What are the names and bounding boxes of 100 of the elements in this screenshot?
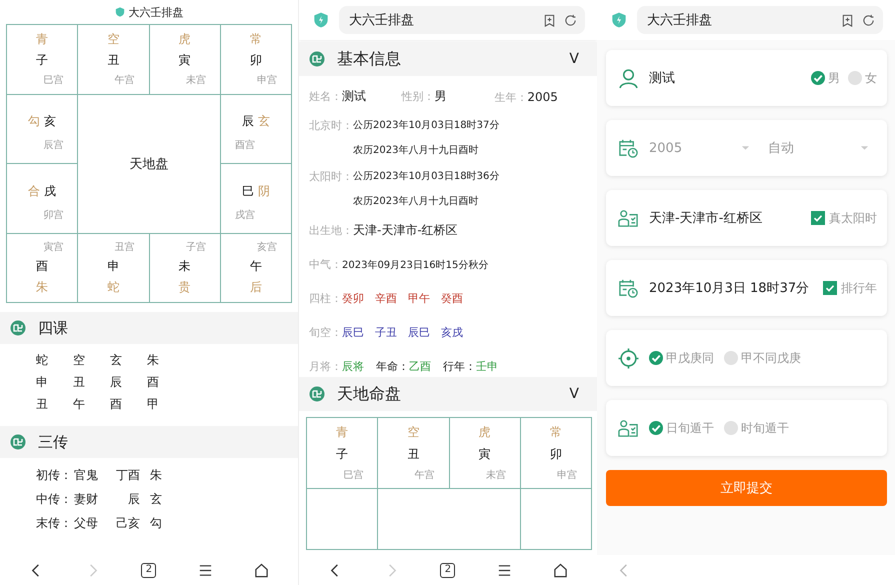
palace-label: 未宫 bbox=[186, 74, 206, 88]
lesson-char: 玄 bbox=[110, 352, 123, 369]
branch-label: 子 bbox=[36, 52, 48, 70]
tabs-button[interactable]: 2 bbox=[141, 562, 156, 578]
branch-label: 辰 bbox=[242, 113, 254, 130]
refresh-icon[interactable] bbox=[862, 14, 875, 26]
palace-label: 戌宫 bbox=[234, 208, 255, 222]
page-title: 大六壬排盘 bbox=[128, 4, 184, 20]
palace-label: 寅宫 bbox=[43, 240, 64, 254]
person-icon bbox=[618, 68, 639, 88]
lesson-char: 辰 bbox=[110, 374, 123, 391]
board-center-label: 天地盘 bbox=[130, 156, 168, 172]
field-value: 2023年09月23日16时15分秋分 bbox=[342, 258, 488, 272]
home-icon[interactable] bbox=[553, 562, 568, 578]
date-text: 农历2023年八月十九日酉时 bbox=[353, 194, 480, 209]
god-label: 勾 bbox=[28, 113, 40, 130]
branch-label: 寅 bbox=[178, 52, 191, 70]
field-label: 性别： bbox=[402, 90, 435, 103]
relation-text: 妻财 bbox=[74, 491, 99, 508]
field-value: 壬申 bbox=[476, 359, 498, 374]
radio-button[interactable] bbox=[848, 71, 862, 85]
palace-label: 午宫 bbox=[114, 74, 134, 88]
palace-label: 亥宫 bbox=[257, 240, 277, 254]
checkbox-label: 排行年 bbox=[841, 280, 877, 296]
relation-text: 官鬼 bbox=[74, 467, 99, 484]
collapse-toggle[interactable]: V bbox=[569, 386, 579, 402]
option-label: 男 bbox=[828, 70, 840, 86]
caret-icon bbox=[860, 145, 869, 151]
lesson-char: 甲 bbox=[147, 396, 160, 413]
ganzhi-text: 亥戌 bbox=[441, 325, 463, 340]
swirl-icon bbox=[309, 51, 325, 67]
menu-icon[interactable] bbox=[198, 562, 213, 578]
radio-button[interactable] bbox=[724, 421, 738, 435]
id-card-icon bbox=[618, 208, 639, 228]
page-title: 大六壬排盘 bbox=[349, 12, 415, 29]
branch-label: 巳 bbox=[242, 182, 254, 200]
god-label: 合 bbox=[28, 182, 40, 200]
radio-button[interactable] bbox=[649, 421, 663, 435]
branch-label: 戌 bbox=[44, 182, 56, 200]
calendar-clock-icon bbox=[618, 278, 639, 298]
god-label: 后 bbox=[250, 278, 262, 296]
branch-label: 未 bbox=[178, 258, 191, 275]
ganzhi-text: 子丑 bbox=[375, 325, 397, 340]
bookmark-add-icon[interactable] bbox=[543, 14, 556, 26]
field-label: 旬空： bbox=[309, 325, 342, 340]
god-label: 虎 bbox=[478, 424, 491, 442]
branch-label: 丑 bbox=[407, 446, 420, 463]
radio-button[interactable] bbox=[649, 351, 663, 365]
section-title: 四课 bbox=[38, 318, 68, 338]
shield-icon bbox=[313, 12, 329, 28]
branch-label: 寅 bbox=[478, 446, 491, 463]
radio-button[interactable] bbox=[811, 71, 825, 85]
field-value: 2023年10月3日 18时37分 bbox=[649, 280, 810, 297]
branch-label: 亥 bbox=[44, 113, 56, 130]
branch-label: 子 bbox=[336, 446, 348, 463]
address-bar[interactable]: 大六壬排盘 bbox=[339, 6, 585, 34]
field-label: 年命： bbox=[376, 359, 409, 374]
section-title: 天地命盘 bbox=[337, 384, 401, 404]
refresh-icon[interactable] bbox=[564, 14, 577, 26]
shield-icon bbox=[114, 7, 124, 17]
ganzhi-text: 癸酉 bbox=[441, 291, 463, 306]
lesson-char: 丑 bbox=[73, 374, 86, 391]
palace-label: 未宫 bbox=[486, 468, 506, 482]
lesson-char: 酉 bbox=[147, 374, 160, 391]
god-label: 常 bbox=[250, 31, 262, 48]
address-bar[interactable]: 大六壬排盘 bbox=[637, 6, 883, 34]
bookmark-add-icon[interactable] bbox=[841, 14, 854, 26]
field-label: 出生地： bbox=[309, 223, 353, 238]
collapse-toggle[interactable]: V bbox=[569, 51, 579, 67]
lesson-char: 蛇 bbox=[36, 352, 49, 369]
god-label: 青 bbox=[36, 31, 48, 48]
home-icon[interactable] bbox=[254, 562, 270, 578]
palace-label: 酉宫 bbox=[234, 138, 255, 152]
palace-label: 午宫 bbox=[414, 468, 434, 482]
lesson-char: 朱 bbox=[147, 352, 160, 369]
section-header[interactable]: 基本信息 V bbox=[299, 42, 597, 76]
field-label: 北京时： bbox=[309, 118, 353, 134]
god-label: 空 bbox=[107, 31, 120, 48]
swirl-icon bbox=[10, 434, 26, 450]
branch-label: 酉 bbox=[36, 258, 48, 275]
god-text: 朱 bbox=[150, 467, 162, 484]
field-label: 姓名： bbox=[309, 90, 342, 103]
god-label: 玄 bbox=[258, 113, 270, 130]
section-header[interactable]: 天地命盘 V bbox=[299, 377, 597, 411]
menu-icon[interactable] bbox=[496, 562, 512, 578]
god-label: 阴 bbox=[258, 182, 270, 200]
branch-label: 申 bbox=[107, 258, 120, 275]
tabs-button[interactable]: 2 bbox=[440, 562, 456, 578]
transmission-label: 末传： bbox=[36, 515, 73, 532]
swirl-icon bbox=[309, 386, 325, 402]
option-label: 时旬遁干 bbox=[741, 420, 789, 436]
checkbox[interactable] bbox=[823, 281, 837, 295]
option-label: 甲戊庚同 bbox=[666, 350, 714, 366]
checkbox[interactable] bbox=[811, 211, 825, 225]
field-label: 太阳时： bbox=[309, 169, 353, 185]
radio-button[interactable] bbox=[724, 351, 738, 365]
god-text: 勾 bbox=[150, 515, 162, 532]
ganzhi-text: 辛酉 bbox=[375, 291, 397, 306]
god-label: 蛇 bbox=[107, 278, 120, 296]
field-value: 2005 bbox=[527, 90, 558, 104]
